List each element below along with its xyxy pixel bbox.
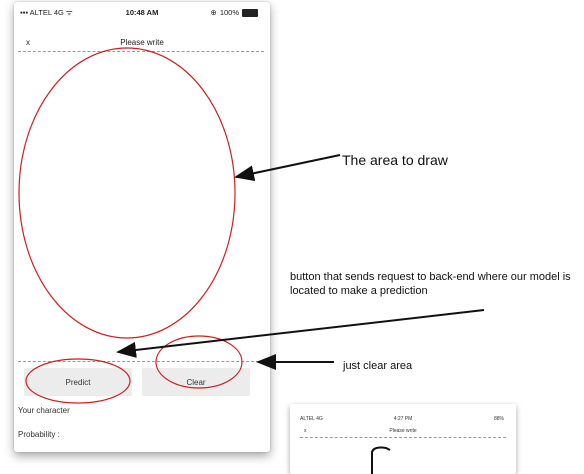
predict-arrow xyxy=(116,309,485,358)
clear-highlight-ellipse xyxy=(155,335,243,389)
draw-area-highlight-ellipse xyxy=(18,47,236,339)
draw-area-arrow xyxy=(234,154,341,182)
clear-button-annotation: just clear area xyxy=(343,360,413,372)
draw-area-annotation: The area to draw xyxy=(342,152,448,168)
predict-highlight-ellipse xyxy=(25,358,131,404)
predict-button-annotation: button that sends request to back-end wh… xyxy=(290,271,571,297)
annotation-overlay xyxy=(18,47,485,404)
